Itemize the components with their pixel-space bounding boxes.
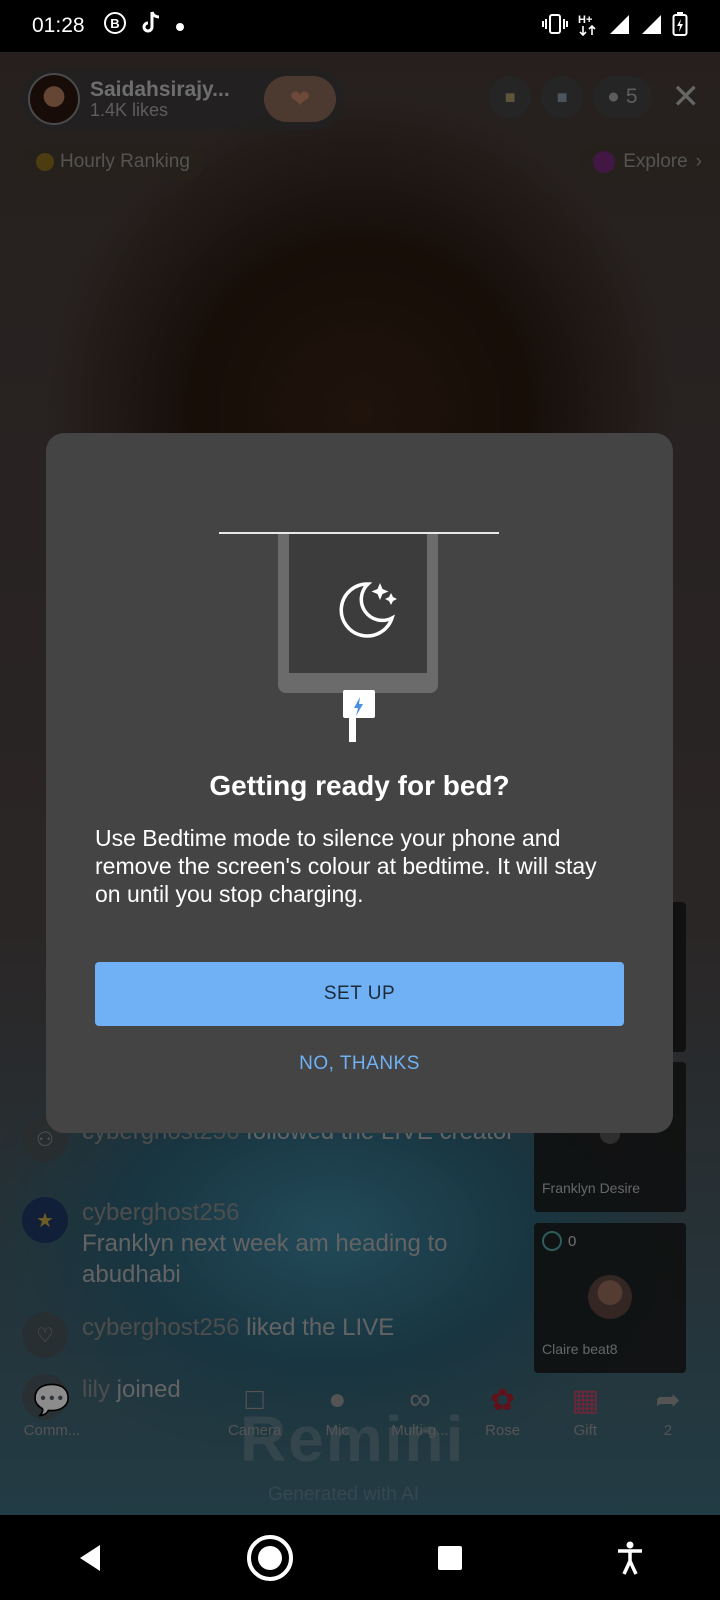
- status-bar: 01:28 B H+: [0, 0, 720, 52]
- system-nav-bar: [0, 1515, 720, 1600]
- battery-charging-icon: [672, 11, 688, 42]
- svg-text:B: B: [110, 16, 119, 31]
- bedtime-illustration: [219, 532, 499, 742]
- home-button[interactable]: [235, 1523, 305, 1593]
- accessibility-button[interactable]: [595, 1523, 665, 1593]
- bedtime-dialog: Getting ready for bed? Use Bedtime mode …: [46, 433, 673, 1133]
- b-badge-icon: B: [103, 11, 127, 41]
- signal-icon: [640, 13, 662, 40]
- accessibility-icon: [618, 1541, 642, 1575]
- home-icon: [247, 1534, 293, 1581]
- recents-icon: [438, 1545, 462, 1570]
- vibrate-icon: [542, 13, 568, 40]
- svg-text:H+: H+: [578, 14, 592, 26]
- recents-button[interactable]: [415, 1523, 485, 1593]
- back-icon: [80, 1544, 100, 1571]
- dialog-body: Use Bedtime mode to silence your phone a…: [95, 825, 597, 907]
- dot-icon: [175, 15, 185, 38]
- dialog-title: Getting ready for bed?: [209, 770, 510, 801]
- back-button[interactable]: [55, 1523, 125, 1593]
- clock: 01:28: [32, 14, 85, 37]
- tiktok-icon: [139, 10, 163, 42]
- set-up-button[interactable]: SET UP: [95, 962, 624, 1026]
- data-icon: H+: [578, 12, 598, 41]
- no-thanks-button[interactable]: NO, THANKS: [46, 1053, 673, 1075]
- signal-icon: [608, 13, 630, 40]
